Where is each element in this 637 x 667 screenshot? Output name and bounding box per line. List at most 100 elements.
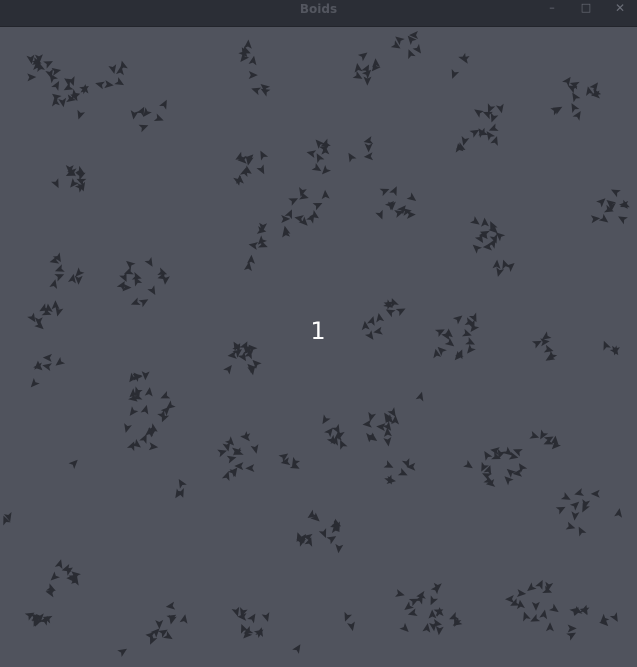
triangle-icon xyxy=(178,479,187,489)
triangle-icon xyxy=(574,488,585,496)
triangle-icon xyxy=(278,453,289,462)
title-bar[interactable]: Boids – □ ✕ xyxy=(0,0,637,27)
triangle-icon xyxy=(433,609,444,617)
triangle-icon xyxy=(504,476,514,486)
triangle-icon xyxy=(50,571,60,581)
triangle-icon xyxy=(492,259,501,269)
simulation-canvas[interactable]: 1 xyxy=(0,27,637,667)
triangle-icon xyxy=(27,73,37,82)
triangle-icon xyxy=(465,337,475,345)
triangle-icon xyxy=(306,150,317,158)
triangle-icon xyxy=(362,419,372,428)
triangle-icon xyxy=(375,209,383,220)
triangle-icon xyxy=(407,608,418,617)
triangle-icon xyxy=(324,427,333,438)
triangle-icon xyxy=(281,214,291,223)
triangle-icon xyxy=(95,81,105,90)
triangle-icon xyxy=(506,468,517,478)
triangle-icon xyxy=(51,300,60,310)
triangle-icon xyxy=(363,152,374,161)
triangle-icon xyxy=(384,200,395,211)
triangle-icon xyxy=(322,414,331,425)
triangle-icon xyxy=(138,299,149,308)
triangle-icon xyxy=(467,344,476,354)
boids-layer xyxy=(3,31,630,658)
triangle-icon xyxy=(30,378,40,388)
triangle-icon xyxy=(390,40,401,49)
triangle-icon xyxy=(379,188,390,197)
triangle-icon xyxy=(590,215,601,224)
triangle-icon xyxy=(280,457,291,466)
triangle-icon xyxy=(614,508,623,518)
triangle-icon xyxy=(598,213,609,223)
triangle-icon xyxy=(555,506,566,515)
triangle-icon xyxy=(505,594,515,603)
triangle-icon xyxy=(260,150,269,161)
triangle-icon xyxy=(444,337,455,347)
triangle-icon xyxy=(243,39,252,49)
triangle-icon xyxy=(550,107,561,116)
triangle-icon xyxy=(385,309,396,318)
triangle-icon xyxy=(144,387,153,397)
triangle-icon xyxy=(435,625,444,636)
triangle-icon xyxy=(376,312,385,323)
triangle-icon xyxy=(117,648,127,658)
triangle-icon xyxy=(42,353,53,362)
triangle-icon xyxy=(367,316,375,326)
triangle-icon xyxy=(226,455,237,464)
maximize-button[interactable]: □ xyxy=(576,0,596,18)
triangle-icon xyxy=(415,391,424,402)
triangle-icon xyxy=(246,254,255,264)
triangle-icon xyxy=(140,404,149,415)
triangle-icon xyxy=(242,165,252,174)
triangle-icon xyxy=(130,110,139,120)
triangle-icon xyxy=(368,411,377,422)
triangle-icon xyxy=(549,603,559,613)
triangle-icon xyxy=(251,87,262,96)
triangle-icon xyxy=(43,61,53,69)
triangle-icon xyxy=(391,415,400,425)
triangle-icon xyxy=(68,459,78,469)
triangle-icon xyxy=(179,614,188,624)
triangle-icon xyxy=(54,274,65,282)
triangle-icon xyxy=(596,198,606,208)
triangle-icon xyxy=(148,442,159,451)
triangle-icon xyxy=(288,198,299,206)
triangle-icon xyxy=(502,259,510,270)
triangle-icon xyxy=(335,543,344,554)
triangle-icon xyxy=(245,464,255,473)
triangle-icon xyxy=(523,611,531,622)
triangle-icon xyxy=(340,439,348,450)
triangle-icon xyxy=(326,536,337,545)
triangle-icon xyxy=(344,611,352,622)
triangle-icon xyxy=(481,217,490,227)
triangle-icon xyxy=(527,582,537,592)
triangle-icon xyxy=(347,621,355,632)
triangle-icon xyxy=(144,257,153,267)
triangle-icon xyxy=(54,559,63,570)
triangle-icon xyxy=(395,589,405,597)
triangle-icon xyxy=(160,391,171,399)
triangle-icon xyxy=(484,451,493,461)
triangle-icon xyxy=(74,275,83,285)
triangle-icon xyxy=(406,192,417,202)
triangle-icon xyxy=(609,612,618,622)
triangle-icon xyxy=(567,624,577,633)
triangle-icon xyxy=(51,81,60,91)
triangle-icon xyxy=(571,103,580,113)
triangle-icon xyxy=(223,364,232,375)
triangle-icon xyxy=(389,186,397,197)
minimize-button[interactable]: – xyxy=(542,0,562,18)
triangle-icon xyxy=(540,429,549,440)
triangle-icon xyxy=(312,202,323,211)
triangle-icon xyxy=(130,297,141,305)
close-button[interactable]: ✕ xyxy=(610,0,630,18)
triangle-icon xyxy=(512,468,523,477)
triangle-icon xyxy=(618,216,628,225)
triangle-icon xyxy=(545,622,554,632)
triangle-icon xyxy=(348,152,357,163)
triangle-icon xyxy=(261,612,270,622)
counter-label: 1 xyxy=(310,317,326,345)
triangle-icon xyxy=(361,320,370,331)
triangle-icon xyxy=(397,467,408,476)
